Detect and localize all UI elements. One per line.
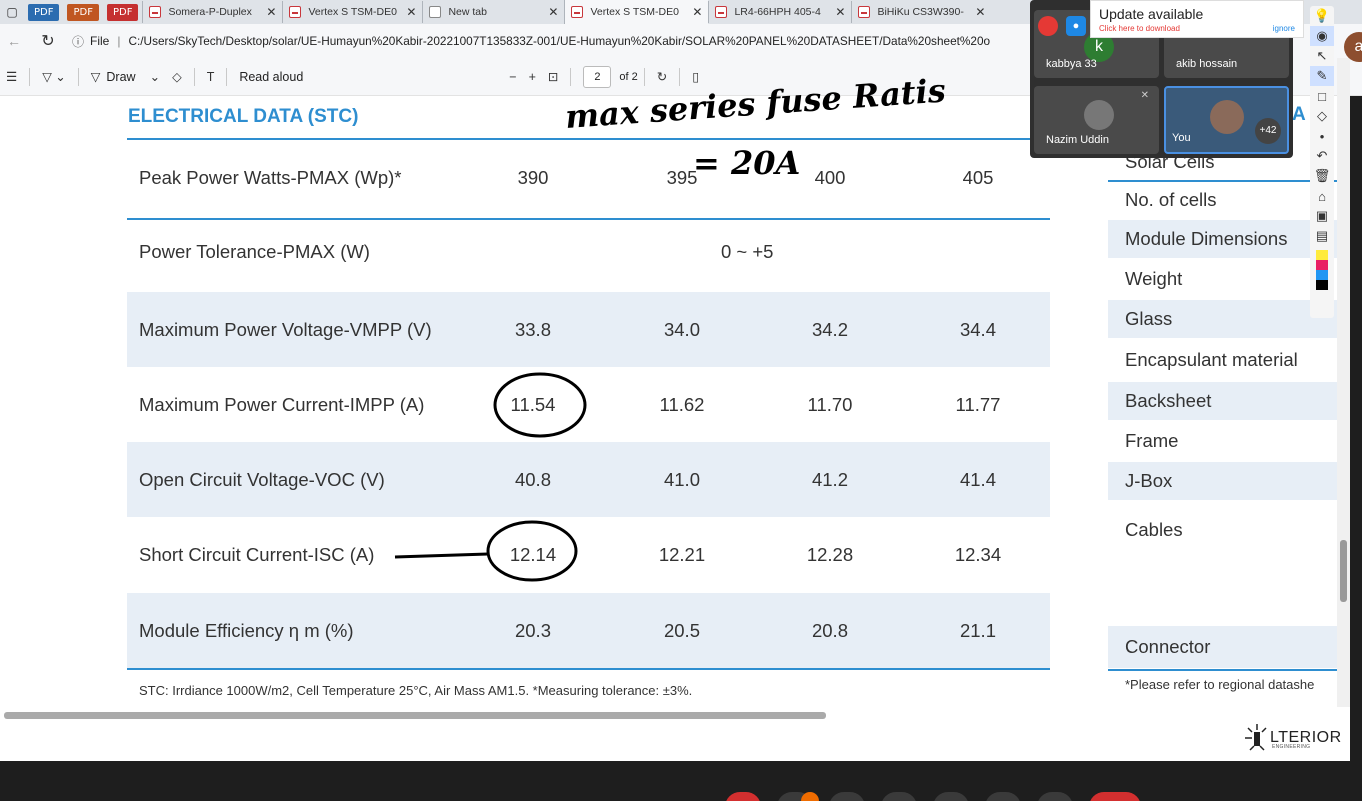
screen: ▢ PDF PDF PDF Somera-P-Duplex ✕ Vertex S … <box>0 0 1362 801</box>
ink-circle <box>493 372 587 438</box>
ink-line <box>394 552 489 559</box>
ink-circle <box>486 520 578 582</box>
handwritten-text: = 20A <box>693 144 800 182</box>
handwritten-text: max series fuse Ratis <box>564 71 947 136</box>
handwritten-annotation-layer: max series fuse Ratis = 20A <box>394 71 947 582</box>
